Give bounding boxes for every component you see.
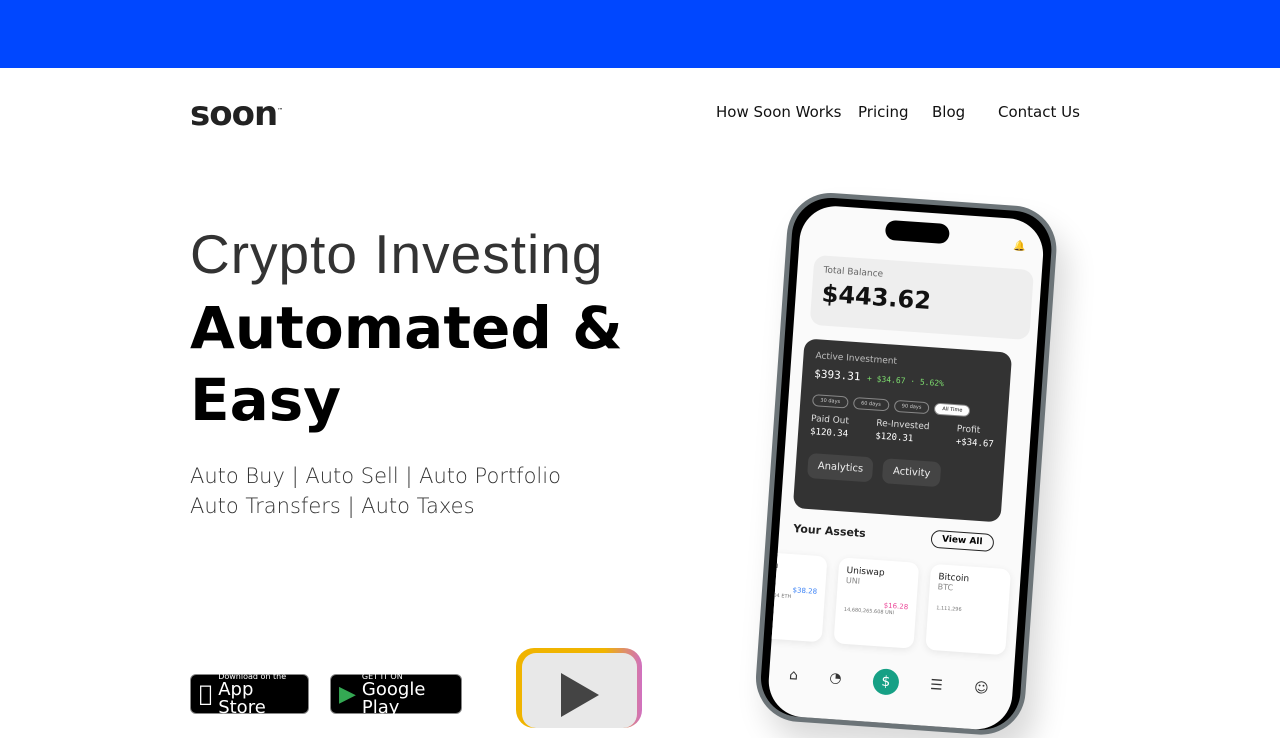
- apple-icon: : [199, 682, 212, 707]
- pie-chart-icon: ◔: [828, 669, 843, 687]
- play-icon: [560, 673, 599, 717]
- activity-button: Activity: [882, 458, 942, 488]
- nav-blog[interactable]: Blog: [932, 103, 965, 121]
- range-60: 60 days: [852, 396, 890, 412]
- google-play-button[interactable]: ▶ GET IT ON Google Play: [330, 672, 462, 716]
- investment-card: Active Investment $393.31 + $34.67 · 5.6…: [792, 338, 1013, 523]
- home-icon: ⌂: [788, 667, 799, 684]
- range-90: 90 days: [893, 399, 930, 415]
- hero-title-line1: Crypto Investing: [190, 223, 604, 285]
- range-all: All Time: [933, 402, 971, 418]
- nav-pricing[interactable]: Pricing: [858, 103, 909, 121]
- hero-title-line2: Automated & Easy: [190, 294, 623, 434]
- nav-contact-us[interactable]: Contact Us: [998, 103, 1080, 121]
- dollar-icon: $: [871, 668, 900, 696]
- nav-how-soon-works[interactable]: How Soon Works: [716, 103, 841, 121]
- video-play-button[interactable]: [516, 648, 642, 728]
- asset-card: Uniswap UNI $16.28 14,680,265.608 UNI: [833, 557, 920, 649]
- top-banner: [0, 0, 1280, 68]
- app-store-button[interactable]:  Download on theApp Store: [190, 672, 309, 716]
- hero-features-2: Auto Transfers | Auto Taxes: [190, 494, 475, 518]
- list-icon: ☰: [929, 677, 944, 694]
- asset-card: reum $38.28 0.0007704 ETH: [766, 550, 828, 643]
- logo[interactable]: soon™: [190, 94, 283, 134]
- user-icon: ☺: [973, 680, 990, 698]
- asset-card: Bitcoin BTC 1,111,296: [925, 563, 1012, 656]
- hero-features-1: Auto Buy | Auto Sell | Auto Portfolio: [190, 464, 561, 488]
- balance-card: Total Balance $443.62: [809, 254, 1034, 341]
- google-play-icon: ▶: [339, 681, 356, 707]
- phone-mockup: 🔔 Total Balance $443.62 Active Investmen…: [753, 190, 1060, 738]
- analytics-button: Analytics: [806, 452, 874, 483]
- range-30: 30 days: [811, 394, 849, 409]
- bell-icon: 🔔: [1012, 240, 1026, 253]
